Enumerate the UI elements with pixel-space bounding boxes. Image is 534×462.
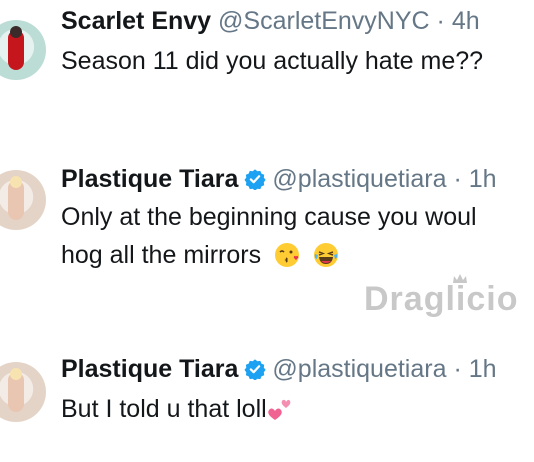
kiss-face-emoji-icon [275, 243, 300, 267]
timestamp[interactable]: 4h [452, 7, 480, 35]
tweet-header: Plastique Tiara @plastiquetiara · 1h [61, 165, 497, 193]
avatar[interactable] [0, 170, 46, 230]
timestamp[interactable]: 1h [469, 355, 497, 383]
watermark-logo: Draglicio [364, 280, 519, 318]
avatar[interactable] [0, 362, 46, 422]
tweet-text: But I told u that loll [61, 390, 293, 428]
tweet-text: Only at the beginning cause you woul hog… [61, 198, 477, 274]
verified-badge-icon [244, 169, 267, 190]
verified-badge-icon [244, 359, 267, 380]
username[interactable]: @plastiquetiara [272, 165, 446, 193]
username[interactable]: @plastiquetiara [272, 355, 446, 383]
timestamp[interactable]: 1h [469, 165, 497, 193]
tweet-text: Season 11 did you actually hate me?? [61, 42, 483, 80]
display-name[interactable]: Plastique Tiara [61, 355, 238, 383]
username[interactable]: @ScarletEnvyNYC [218, 7, 430, 35]
avatar[interactable] [0, 20, 46, 80]
tweet-header: Scarlet Envy @ScarletEnvyNYC · 4h [61, 7, 480, 35]
tweet-line: But I told u that loll [61, 395, 267, 423]
crown-icon [453, 274, 467, 283]
laughing-tears-emoji-icon [313, 243, 338, 267]
two-hearts-emoji-icon [267, 399, 291, 420]
tweet-header: Plastique Tiara @plastiquetiara · 1h [61, 355, 497, 383]
tweet-line: Only at the beginning cause you woul [61, 203, 477, 231]
display-name[interactable]: Plastique Tiara [61, 165, 238, 193]
display-name[interactable]: Scarlet Envy [61, 7, 211, 35]
tweet-line: Season 11 did you actually hate me?? [61, 47, 484, 75]
tweet-line-2: hog all the mirrors [61, 236, 477, 274]
